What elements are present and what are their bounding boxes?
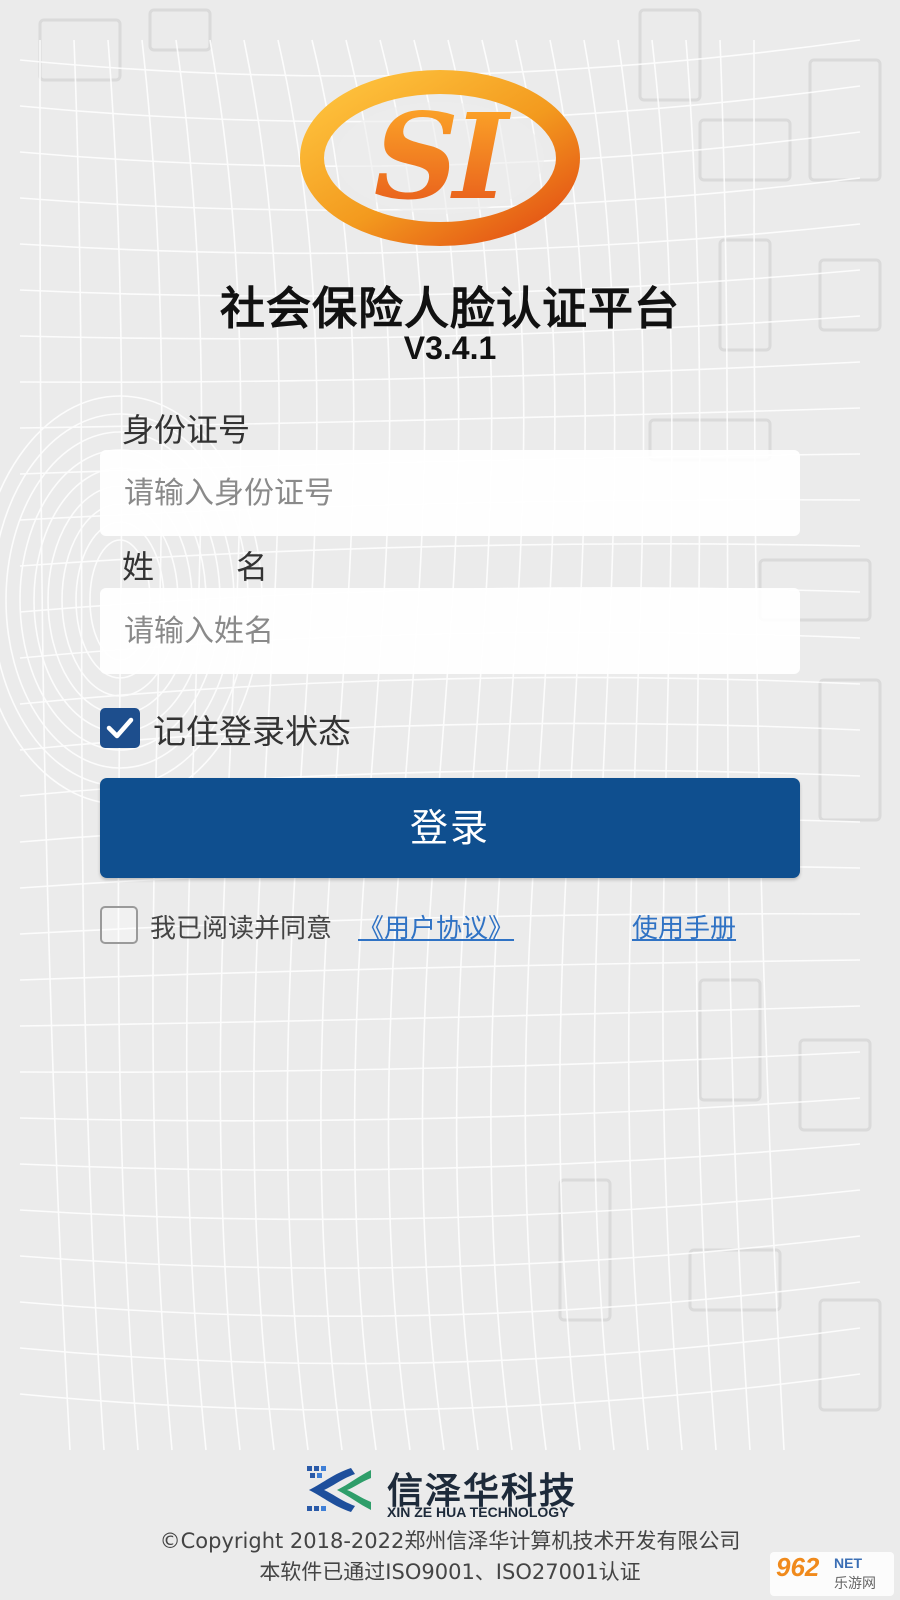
- checkmark-icon: [106, 717, 134, 739]
- xinzehua-logo-icon: [307, 1466, 371, 1512]
- id-number-input[interactable]: [100, 450, 800, 536]
- name-label: 姓名: [122, 542, 268, 588]
- login-button[interactable]: 登录: [100, 778, 800, 878]
- user-manual-link[interactable]: 使用手册: [632, 908, 736, 945]
- id-number-label: 身份证号: [122, 411, 251, 449]
- svg-text:SI: SI: [374, 87, 512, 226]
- app-version: V3.4.1: [403, 330, 497, 366]
- watermark-suffix: NET: [834, 1555, 862, 1571]
- si-logo-icon: SI: [300, 70, 580, 246]
- agree-terms-checkbox[interactable]: [100, 906, 138, 944]
- remember-login-checkbox[interactable]: [100, 708, 140, 748]
- user-agreement-link[interactable]: 《用户协议》: [358, 908, 514, 945]
- agree-terms-label: 我已阅读并同意: [150, 914, 333, 944]
- name-input[interactable]: [100, 588, 800, 674]
- certification-text: 本软件已通过ISO9001、ISO27001认证: [259, 1560, 641, 1584]
- app-title: 社会保险人脸认证平台: [219, 282, 680, 335]
- remember-login-label: 记住登录状态: [153, 712, 351, 751]
- watermark-chinese: 乐游网: [834, 1576, 876, 1592]
- company-english-name: XIN ZE HUA TECHNOLOGY: [387, 1504, 569, 1520]
- name-label-first: 姓: [122, 548, 155, 586]
- name-label-second: 名: [236, 548, 269, 586]
- copyright-text: ©Copyright 2018-2022郑州信泽华计算机技术开发有限公司: [159, 1529, 741, 1553]
- watermark-number: 962: [776, 1552, 820, 1582]
